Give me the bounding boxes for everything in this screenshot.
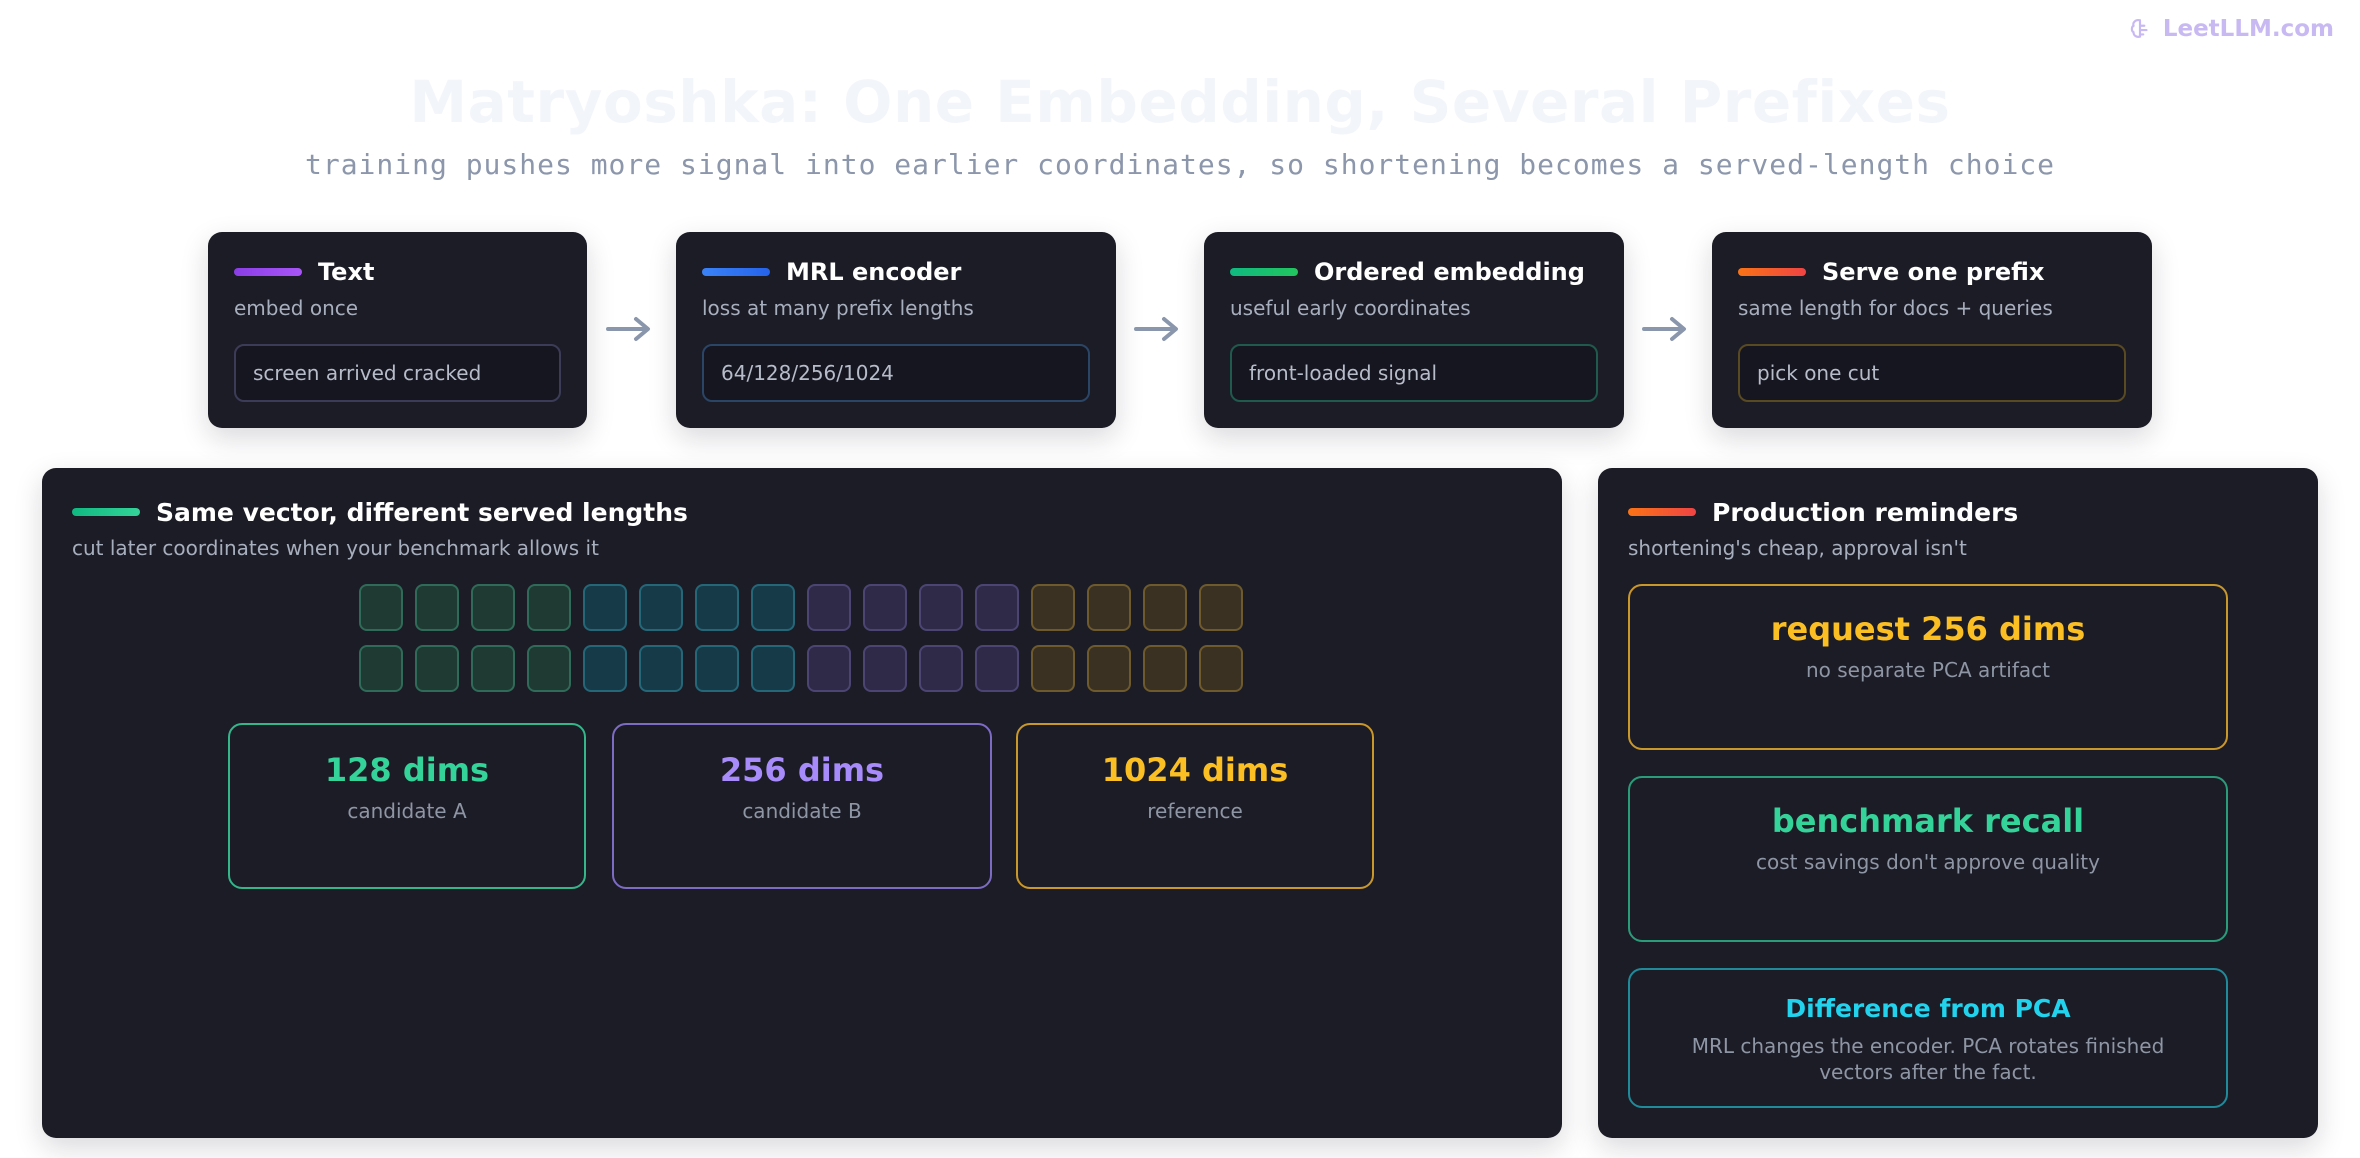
dim-option-128: 128 dims candidate A: [228, 723, 586, 889]
reminder-value: benchmark recall: [1771, 802, 2085, 840]
arrow-right-icon: [1134, 317, 1178, 341]
dim-option-1024: 1024 dims reference: [1016, 723, 1374, 889]
embedding-coordinate-cell: [975, 645, 1019, 692]
embedding-coordinate-cell: [527, 645, 571, 692]
reminder-value: Difference from PCA: [1785, 994, 2071, 1023]
embedding-coordinate-cell: [695, 645, 739, 692]
reminder-label: no separate PCA artifact: [1805, 658, 2050, 682]
card-title: MRL encoder: [786, 258, 962, 286]
panel-subtitle: cut later coordinates when your benchmar…: [72, 536, 599, 560]
card-accent-bar: [702, 268, 770, 276]
embedding-coordinate-cell: [527, 584, 571, 631]
embedding-coordinate-cell: [919, 645, 963, 692]
embedding-coordinate-cell: [471, 645, 515, 692]
embedding-coordinate-cell: [1087, 584, 1131, 631]
panel-subtitle: shortening's cheap, approval isn't: [1628, 536, 1967, 560]
embedding-coordinate-cell: [975, 584, 1019, 631]
reminder-difference-from-pca: Difference from PCA MRL changes the enco…: [1628, 968, 2228, 1108]
embedding-coordinate-cell: [863, 584, 907, 631]
embedding-coordinate-cell: [807, 584, 851, 631]
reminder-label: cost savings don't approve quality: [1756, 850, 2100, 874]
reminder-label: MRL changes the encoder. PCA rotates fin…: [1691, 1034, 2165, 1084]
dim-label: candidate A: [347, 799, 467, 823]
arrow-right-icon: [606, 317, 650, 341]
card-title: Ordered embedding: [1314, 258, 1585, 286]
card-value-box: 64/128/256/1024: [702, 344, 1090, 402]
embedding-coordinate-cell: [1031, 584, 1075, 631]
embedding-coordinate-cell: [1087, 645, 1131, 692]
reminder-request-dims: request 256 dims no separate PCA artifac…: [1628, 584, 2228, 750]
embedding-coordinate-cell: [807, 645, 851, 692]
dim-value: 256 dims: [719, 751, 885, 789]
page-title: Matryoshka: One Embedding, Several Prefi…: [409, 68, 1951, 136]
panel-title: Same vector, different served lengths: [156, 498, 688, 527]
card-title: Text: [318, 258, 375, 286]
dim-option-256: 256 dims candidate B: [612, 723, 992, 889]
embedding-coordinate-cell: [639, 584, 683, 631]
card-title: Serve one prefix: [1822, 258, 2045, 286]
brand-logo[interactable]: LeetLLM.com: [2127, 16, 2334, 42]
card-accent-bar: [1738, 268, 1806, 276]
pipeline-card-serve-prefix: Serve one prefix same length for docs + …: [1712, 232, 2152, 428]
embedding-coordinate-cell: [863, 645, 907, 692]
embedding-coordinate-cell: [751, 584, 795, 631]
pipeline-card-text: Text embed once screen arrived cracked: [208, 232, 587, 428]
embedding-coordinate-cell: [695, 584, 739, 631]
embedding-coordinate-cell: [415, 584, 459, 631]
brand-name: LeetLLM.com: [2162, 16, 2334, 42]
reminder-value: request 256 dims: [1770, 610, 2086, 648]
embedding-coordinate-cell: [1199, 645, 1243, 692]
embedding-coordinate-cell: [359, 584, 403, 631]
embedding-coordinate-cell: [1143, 584, 1187, 631]
dim-label: reference: [1147, 799, 1243, 823]
card-subtitle: embed once: [234, 296, 359, 320]
reminder-benchmark-recall: benchmark recall cost savings don't appr…: [1628, 776, 2228, 942]
production-reminders-panel: Production reminders shortening's cheap,…: [1598, 468, 2318, 1138]
panel-accent-bar: [72, 508, 140, 516]
embedding-coordinate-cell: [919, 584, 963, 631]
card-value-box: pick one cut: [1738, 344, 2126, 402]
panel-accent-bar: [1628, 508, 1696, 516]
embedding-coordinate-cell: [1199, 584, 1243, 631]
embedding-coordinate-cell: [471, 584, 515, 631]
pipeline-card-ordered-embedding: Ordered embedding useful early coordinat…: [1204, 232, 1624, 428]
dim-label: candidate B: [742, 799, 862, 823]
card-value-box: front-loaded signal: [1230, 344, 1598, 402]
embedding-coordinate-cell: [415, 645, 459, 692]
embedding-coordinate-cell: [751, 645, 795, 692]
card-subtitle: loss at many prefix lengths: [702, 296, 974, 320]
embedding-coordinate-cell: [359, 645, 403, 692]
card-subtitle: useful early coordinates: [1230, 296, 1471, 320]
brain-icon: [2130, 19, 2148, 38]
dim-value: 1024 dims: [1101, 751, 1289, 789]
arrow-right-icon: [1642, 317, 1686, 341]
served-lengths-panel: Same vector, different served lengths cu…: [42, 468, 1562, 1138]
embedding-coordinate-cell: [583, 645, 627, 692]
embedding-coordinate-cell: [1143, 645, 1187, 692]
card-accent-bar: [1230, 268, 1298, 276]
embedding-coordinate-cell: [583, 584, 627, 631]
card-accent-bar: [234, 268, 302, 276]
panel-title: Production reminders: [1712, 498, 2019, 527]
dim-value: 128 dims: [324, 751, 490, 789]
embedding-coordinate-cell: [639, 645, 683, 692]
pipeline-card-mrl-encoder: MRL encoder loss at many prefix lengths …: [676, 232, 1116, 428]
card-value-box: screen arrived cracked: [234, 344, 561, 402]
page-subtitle: training pushes more signal into earlier…: [304, 148, 2056, 181]
embedding-coordinate-cell: [1031, 645, 1075, 692]
card-subtitle: same length for docs + queries: [1738, 296, 2053, 320]
